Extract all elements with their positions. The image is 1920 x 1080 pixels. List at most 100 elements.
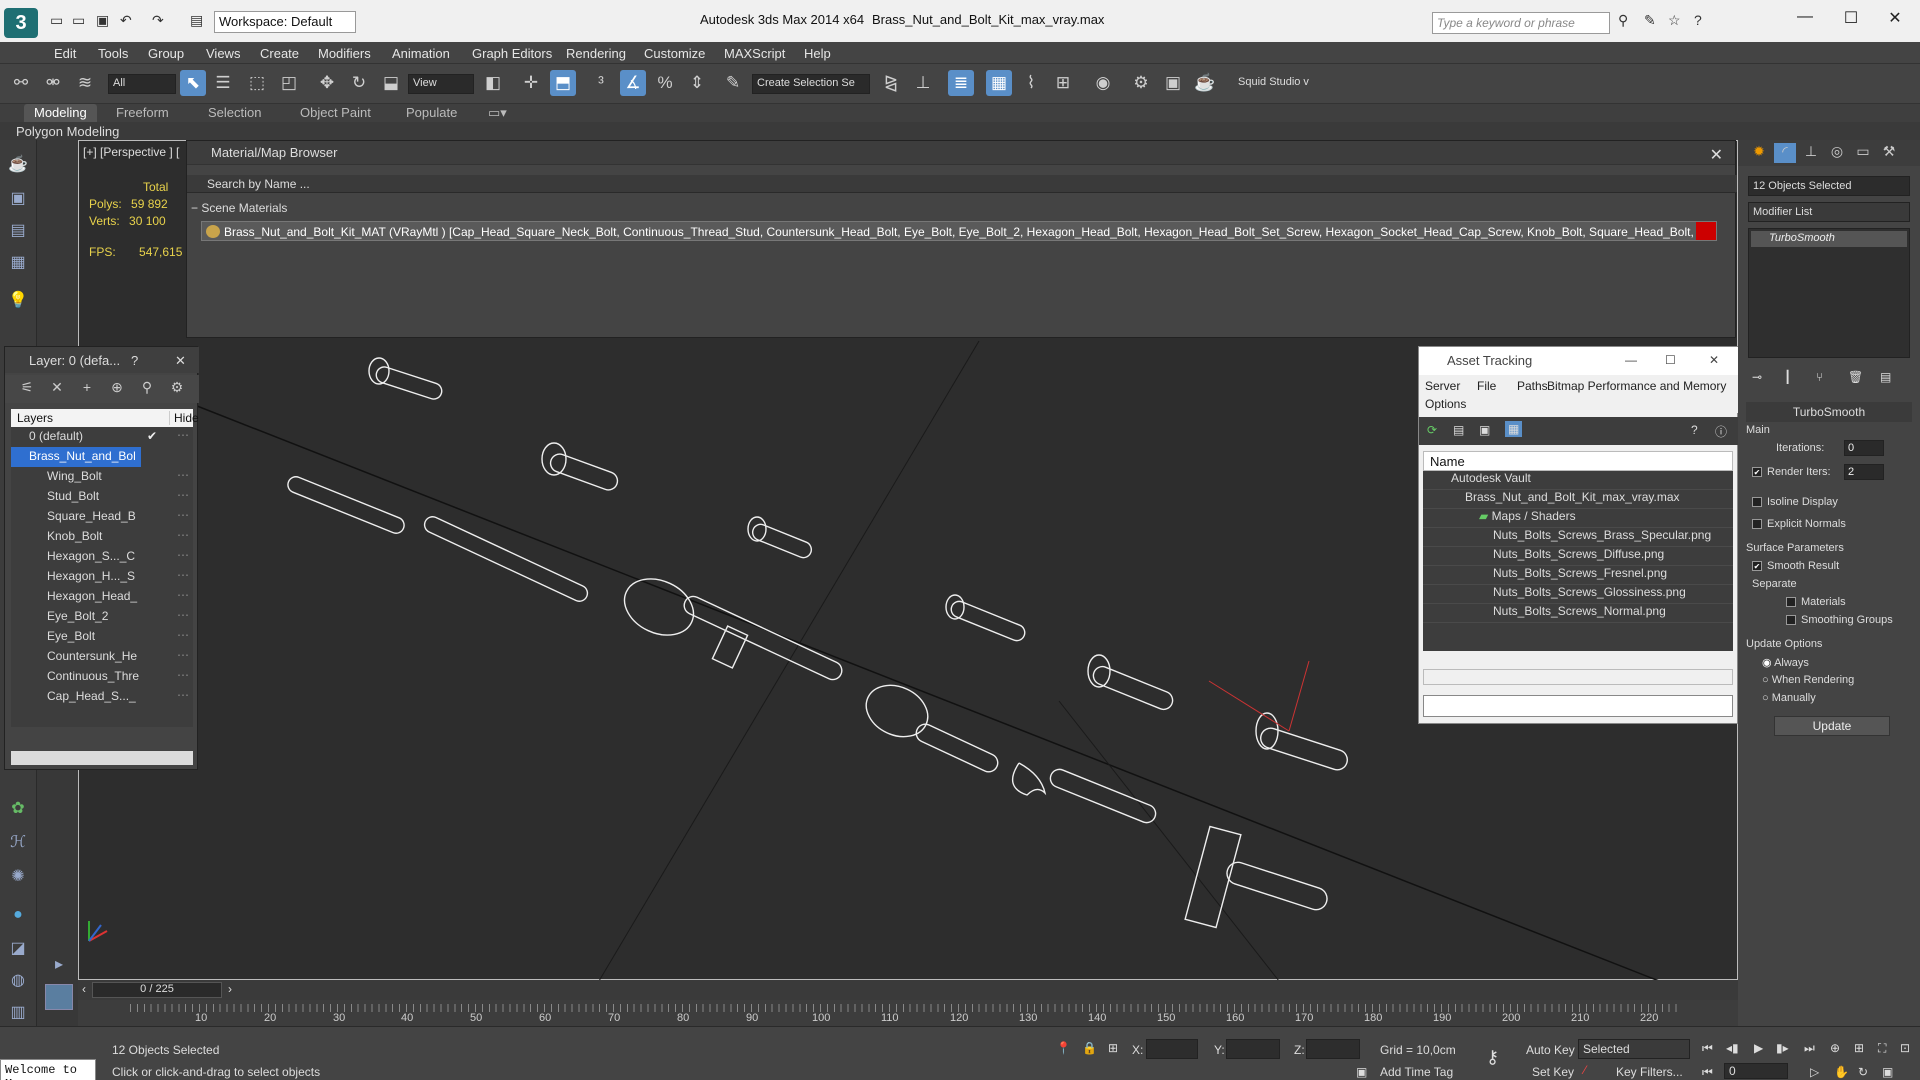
edit-named-selection-icon[interactable]: ✎ bbox=[720, 70, 746, 96]
menu-modifiers[interactable]: Modifiers bbox=[318, 42, 371, 61]
explicit-checkbox[interactable] bbox=[1752, 519, 1762, 530]
link-icon[interactable]: ⚯ bbox=[8, 70, 34, 96]
hierarchy-tab-icon[interactable]: ⊥ bbox=[1800, 143, 1822, 163]
list-icon[interactable]: ▤ bbox=[6, 220, 30, 244]
render-small-icon[interactable]: ▥ bbox=[6, 1002, 30, 1026]
named-selection-dropdown[interactable]: Create Selection Se bbox=[752, 74, 870, 94]
menu-rendering[interactable]: Rendering bbox=[566, 42, 626, 61]
goto-start-icon[interactable]: ⏮ bbox=[1702, 1041, 1713, 1056]
track-bar[interactable]: 10 20 30 40 50 60 70 80 90 100 110 120 1… bbox=[78, 1000, 1738, 1026]
layer-manager-icon[interactable]: ≣ bbox=[948, 70, 974, 96]
align-icon[interactable]: ⊥ bbox=[910, 70, 936, 96]
keyword-search-input[interactable]: Type a keyword or phrase bbox=[1432, 12, 1610, 34]
minimize-icon[interactable]: — bbox=[1790, 8, 1820, 32]
binoculars-icon[interactable]: ⚲ bbox=[1618, 12, 1628, 32]
mirror-icon[interactable]: ⧎ bbox=[878, 70, 904, 96]
slider-next-icon[interactable]: › bbox=[228, 982, 232, 996]
turbosmooth-rollout-title[interactable]: TurboSmooth bbox=[1746, 402, 1912, 422]
render-iters-spinner[interactable]: 2 bbox=[1844, 464, 1884, 480]
menu-customize[interactable]: Customize bbox=[644, 42, 705, 61]
always-row[interactable]: ◉ Always bbox=[1746, 656, 1912, 669]
iterations-spinner[interactable]: 0 bbox=[1844, 440, 1884, 456]
asset-name-header[interactable]: Name bbox=[1423, 451, 1733, 471]
window-crossing-icon[interactable]: ◰ bbox=[276, 70, 302, 96]
snaps-toggle-icon[interactable]: ³ bbox=[588, 70, 614, 96]
asset-menu-paths[interactable]: Paths bbox=[1517, 379, 1548, 393]
manually-radio-icon[interactable]: ○ bbox=[1762, 692, 1772, 704]
select-object-icon[interactable]: ⬉ bbox=[180, 70, 206, 96]
object-row[interactable]: Square_Head_B ⋯ bbox=[11, 507, 193, 527]
prev-frame-icon[interactable]: ◂▮ bbox=[1726, 1041, 1739, 1055]
menu-views[interactable]: Views bbox=[206, 42, 240, 61]
curve-editor-icon[interactable]: ⌇ bbox=[1018, 70, 1044, 96]
render-icon[interactable]: ☕ bbox=[1192, 70, 1218, 96]
object-row[interactable]: Hexagon_S..._C ⋯ bbox=[11, 547, 193, 567]
redo-icon[interactable]: ↷ bbox=[152, 12, 164, 32]
asset-row-texture[interactable]: Nuts_Bolts_Screws_Brass_Specular.png bbox=[1423, 528, 1733, 547]
asset-row-maxfile[interactable]: Brass_Nut_and_Bolt_Kit_max_vray.max bbox=[1423, 490, 1733, 509]
make-unique-icon[interactable]: ⑂ bbox=[1816, 370, 1823, 384]
layer-options-icon[interactable]: ⚙ bbox=[167, 379, 187, 399]
keyboard-shortcut-override-icon[interactable]: ⬒ bbox=[550, 70, 576, 96]
layer-find-icon[interactable]: ⚲ bbox=[137, 379, 157, 399]
motion-tab-icon[interactable]: ◎ bbox=[1826, 143, 1848, 163]
z-coord-field[interactable] bbox=[1306, 1039, 1360, 1059]
time-slider-thumb[interactable]: 0 / 225 bbox=[92, 982, 222, 998]
pin-stack-icon[interactable]: ⊸ bbox=[1752, 370, 1762, 384]
object-row[interactable]: Countersunk_He ⋯ bbox=[11, 647, 193, 667]
asset-row-texture[interactable]: Nuts_Bolts_Screws_Fresnel.png bbox=[1423, 566, 1733, 585]
particle-icon[interactable]: ✺ bbox=[6, 866, 30, 890]
pivot-center-icon[interactable]: ◧ bbox=[480, 70, 506, 96]
unlink-icon[interactable]: ⚮ bbox=[40, 70, 66, 96]
asset-row-texture[interactable]: Nuts_Bolts_Screws_Diffuse.png bbox=[1423, 547, 1733, 566]
smooth-checkbox[interactable]: ✔ bbox=[1752, 561, 1762, 572]
percent-snap-icon[interactable]: % bbox=[652, 70, 678, 96]
graphite-toggle-icon[interactable]: ▦ bbox=[986, 70, 1012, 96]
asset-menu-options[interactable]: Options bbox=[1425, 397, 1466, 411]
communication-icon[interactable]: ✎ bbox=[1644, 12, 1656, 32]
menu-edit[interactable]: Edit bbox=[54, 42, 76, 61]
manually-row[interactable]: ○ Manually bbox=[1746, 692, 1912, 704]
play-icon[interactable]: ▶ bbox=[1754, 1041, 1763, 1055]
show-end-result-icon[interactable]: ┃ bbox=[1784, 370, 1791, 384]
pan-icon[interactable]: ✋ bbox=[1834, 1065, 1849, 1079]
scene-materials-group[interactable]: − Scene Materials bbox=[191, 201, 287, 215]
set-keys-icon[interactable]: ⚷ bbox=[1486, 1047, 1499, 1068]
workspace-dropdown[interactable]: Workspace: Default bbox=[214, 11, 356, 33]
bind-space-warp-icon[interactable]: ≋ bbox=[72, 70, 98, 96]
app-logo-icon[interactable]: 3 bbox=[4, 8, 38, 38]
isolate-icon[interactable]: 📍 bbox=[1056, 1041, 1071, 1055]
render-iters-checkbox[interactable]: ✔ bbox=[1752, 467, 1762, 478]
time-tag-icon[interactable]: ▣ bbox=[1356, 1065, 1367, 1079]
schematic-view-icon[interactable]: ⊞ bbox=[1050, 70, 1076, 96]
viewport-icon[interactable]: ▣ bbox=[6, 188, 30, 212]
zoom-icon[interactable]: ⊕ bbox=[1830, 1041, 1840, 1055]
close-icon[interactable]: ✕ bbox=[1880, 8, 1910, 32]
orbit-icon[interactable]: ↻ bbox=[1858, 1065, 1868, 1079]
asset-info-icon[interactable]: ⓘ bbox=[1715, 423, 1727, 440]
select-manipulate-icon[interactable]: ✛ bbox=[518, 70, 544, 96]
tab-freeform[interactable]: Freeform bbox=[106, 104, 179, 122]
turbosmooth-stack-item[interactable]: TurboSmooth bbox=[1751, 231, 1907, 247]
expand-arrow-icon[interactable]: ▸ bbox=[47, 954, 71, 978]
asset-menu-bitmap[interactable]: Bitmap Performance and Memory bbox=[1547, 379, 1726, 393]
ribbon-options-icon[interactable]: ▭▾ bbox=[478, 104, 517, 122]
layer-horizontal-scrollbar[interactable] bbox=[11, 751, 193, 765]
selected-objects-field[interactable]: 12 Objects Selected bbox=[1748, 176, 1910, 196]
open-file-icon[interactable]: ▭ bbox=[72, 12, 85, 32]
plant-icon[interactable]: ✿ bbox=[6, 798, 30, 822]
list-view-icon[interactable]: ▤ bbox=[1453, 423, 1464, 437]
fov-icon[interactable]: ▷ bbox=[1810, 1065, 1819, 1079]
render-setup-icon[interactable]: ⚙ bbox=[1128, 70, 1154, 96]
material-editor-icon[interactable]: ◉ bbox=[1090, 70, 1116, 96]
key-mode-dropdown[interactable]: Selected bbox=[1578, 1039, 1690, 1059]
lock-selection-icon[interactable]: 🔒 bbox=[1082, 1041, 1097, 1055]
absolute-mode-icon[interactable]: ⊞ bbox=[1108, 1041, 1118, 1055]
smoothing-checkbox[interactable] bbox=[1786, 615, 1796, 626]
key-filter-icon[interactable]: ⁄ bbox=[1584, 1063, 1586, 1077]
tab-modeling[interactable]: Modeling bbox=[24, 104, 97, 122]
remove-modifier-icon[interactable]: 🗑 bbox=[1848, 370, 1863, 384]
project-folder-icon[interactable]: ▤ bbox=[190, 12, 203, 32]
object-row[interactable]: Hexagon_Head_ ⋯ bbox=[11, 587, 193, 607]
thumb-view-icon[interactable]: ▣ bbox=[1479, 423, 1490, 437]
